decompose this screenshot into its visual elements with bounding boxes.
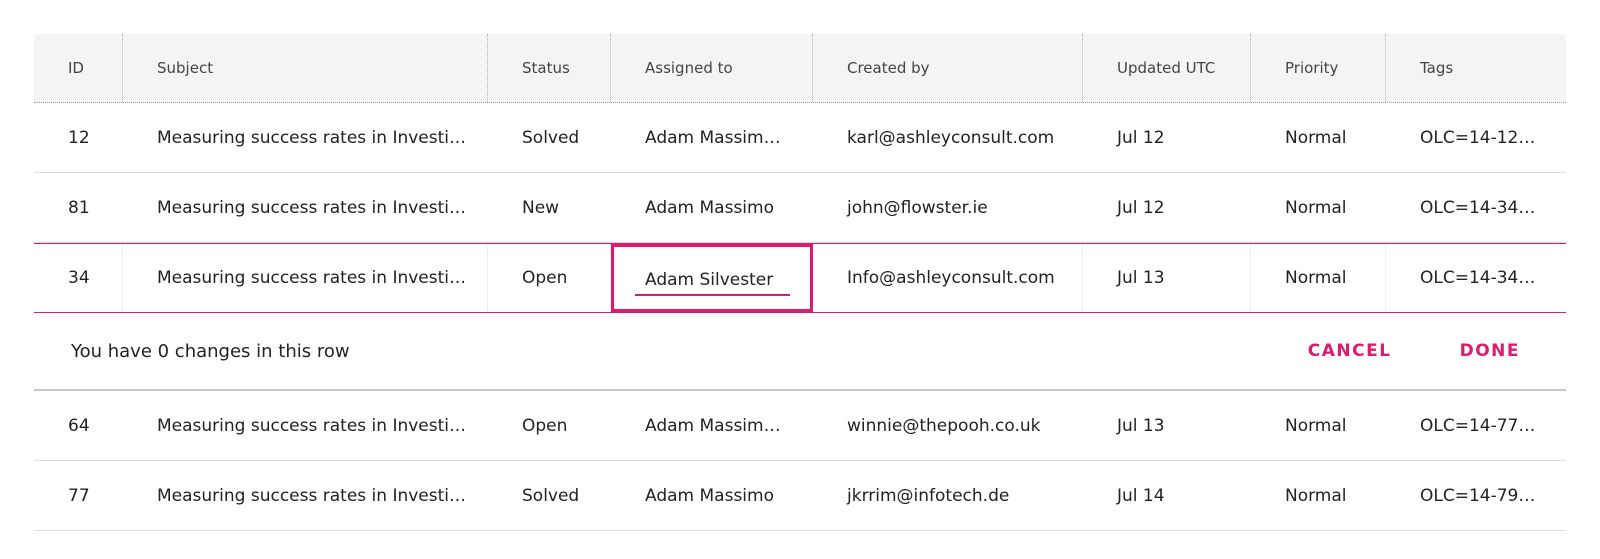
data-grid: ID Subject Status Assigned to Created by… <box>34 34 1566 531</box>
cell-created-by[interactable]: Info@ashleyconsult.com <box>813 244 1083 312</box>
done-button[interactable]: DONE <box>1460 341 1520 361</box>
cell-assigned-to[interactable]: Adam Massimo <box>611 461 813 530</box>
cell-updated-utc[interactable]: Jul 13 <box>1083 391 1251 460</box>
cell-id[interactable]: 64 <box>34 391 123 460</box>
table-row-editing[interactable]: 34 Measuring success rates in Investi… O… <box>34 243 1566 313</box>
cell-priority[interactable]: Normal <box>1251 391 1386 460</box>
cell-tags[interactable]: OLC=14-77… <box>1386 391 1566 460</box>
cell-status[interactable]: Open <box>488 391 611 460</box>
cell-id[interactable]: 77 <box>34 461 123 530</box>
cell-priority[interactable]: Normal <box>1251 244 1386 312</box>
cell-assigned-to-editor[interactable] <box>611 244 813 312</box>
cell-subject[interactable]: Measuring success rates in Investi… <box>123 103 488 172</box>
cell-id[interactable]: 34 <box>34 244 123 312</box>
cell-assigned-to[interactable]: Adam Massim… <box>611 391 813 460</box>
cell-priority[interactable]: Normal <box>1251 103 1386 172</box>
cell-status[interactable]: Solved <box>488 461 611 530</box>
cancel-button[interactable]: CANCEL <box>1308 341 1392 361</box>
cell-created-by[interactable]: john@flowster.ie <box>813 173 1083 242</box>
column-header-updated-utc[interactable]: Updated UTC <box>1083 34 1251 102</box>
cell-updated-utc[interactable]: Jul 12 <box>1083 103 1251 172</box>
cell-tags[interactable]: OLC=14-34… <box>1386 244 1566 312</box>
cell-updated-utc[interactable]: Jul 13 <box>1083 244 1251 312</box>
cell-status[interactable]: New <box>488 173 611 242</box>
column-header-assigned-to[interactable]: Assigned to <box>611 34 813 102</box>
cell-updated-utc[interactable]: Jul 12 <box>1083 173 1251 242</box>
cell-tags[interactable]: OLC=14-12… <box>1386 103 1566 172</box>
cell-status[interactable]: Solved <box>488 103 611 172</box>
table-row[interactable]: 81 Measuring success rates in Investi… N… <box>34 173 1566 243</box>
column-header-id[interactable]: ID <box>34 34 123 102</box>
column-header-tags[interactable]: Tags <box>1386 34 1566 102</box>
cell-priority[interactable]: Normal <box>1251 173 1386 242</box>
column-header-created-by[interactable]: Created by <box>813 34 1083 102</box>
table-row[interactable]: 64 Measuring success rates in Investi… O… <box>34 391 1566 461</box>
changes-message: You have 0 changes in this row <box>71 340 350 362</box>
cell-priority[interactable]: Normal <box>1251 461 1386 530</box>
cell-tags[interactable]: OLC=14-79… <box>1386 461 1566 530</box>
cell-created-by[interactable]: karl@ashleyconsult.com <box>813 103 1083 172</box>
column-header-status[interactable]: Status <box>488 34 611 102</box>
table-row[interactable]: 77 Measuring success rates in Investi… S… <box>34 461 1566 531</box>
table-row[interactable]: 12 Measuring success rates in Investi… S… <box>34 103 1566 173</box>
column-header-priority[interactable]: Priority <box>1251 34 1386 102</box>
cell-created-by[interactable]: winnie@thepooh.co.uk <box>813 391 1083 460</box>
edit-actions: CANCEL DONE <box>1240 341 1566 361</box>
row-edit-bar: You have 0 changes in this row CANCEL DO… <box>34 313 1566 391</box>
column-header-subject[interactable]: Subject <box>123 34 488 102</box>
cell-tags[interactable]: OLC=14-34… <box>1386 173 1566 242</box>
cell-created-by[interactable]: jkrrim@infotech.de <box>813 461 1083 530</box>
cell-id[interactable]: 81 <box>34 173 123 242</box>
cell-subject[interactable]: Measuring success rates in Investi… <box>123 461 488 530</box>
cell-id[interactable]: 12 <box>34 103 123 172</box>
cell-status[interactable]: Open <box>488 244 611 312</box>
table-header: ID Subject Status Assigned to Created by… <box>34 34 1566 103</box>
cell-assigned-to[interactable]: Adam Massimo <box>611 173 813 242</box>
cell-subject[interactable]: Measuring success rates in Investi… <box>123 244 488 312</box>
cell-subject[interactable]: Measuring success rates in Investi… <box>123 391 488 460</box>
cell-subject[interactable]: Measuring success rates in Investi… <box>123 173 488 242</box>
cell-updated-utc[interactable]: Jul 14 <box>1083 461 1251 530</box>
assigned-to-input[interactable] <box>635 266 790 296</box>
cell-assigned-to[interactable]: Adam Massim… <box>611 103 813 172</box>
